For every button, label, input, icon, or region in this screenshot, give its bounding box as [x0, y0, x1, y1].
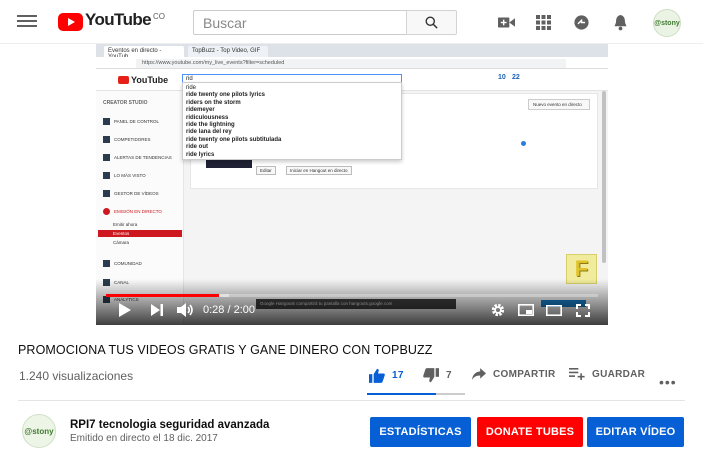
search-icon: [425, 16, 438, 29]
suggestion: ride lana del rey: [186, 129, 232, 136]
like-button[interactable]: 17: [369, 368, 404, 383]
like-ratio-fill: [367, 393, 437, 395]
studio-subitem: Emitir ahora: [113, 222, 138, 227]
studio-item: PANEL DE CONTROL: [103, 118, 159, 125]
embedded-scrollbar: [602, 91, 606, 263]
time-current: 0:28: [203, 304, 225, 316]
save-button[interactable]: GUARDAR: [569, 368, 645, 380]
suggestion: ride: [186, 85, 197, 91]
suggestion: ride the lightning: [186, 122, 235, 129]
embedded-new-event-button: Nuevo evento en directo: [528, 99, 590, 110]
playlist-add-icon: [569, 368, 585, 380]
thumbs-up-icon: [369, 368, 385, 383]
share-arrow-icon: [472, 368, 486, 380]
edit-video-button[interactable]: EDITAR VÍDEO: [587, 417, 684, 447]
studio-subitem: Cámara: [113, 240, 130, 245]
fullscreen-icon[interactable]: [574, 303, 592, 317]
channel-avatar-text: @stony: [24, 426, 54, 436]
embedded-edit-button: Editar: [256, 166, 276, 175]
embedded-stat-2: 22: [512, 74, 520, 81]
logo-text: YouTube: [85, 10, 152, 29]
channel-name[interactable]: RPI7 tecnologia seguridad avanzada: [70, 419, 269, 431]
save-label: GUARDAR: [592, 368, 646, 380]
controls-gradient: [96, 279, 608, 325]
embedded-hangout-button: Iniciar en Hangout en directo: [286, 166, 352, 175]
suggestion: ride lyrics: [186, 151, 215, 158]
menu-icon[interactable]: [17, 12, 37, 32]
studio-item: GESTOR DE VÍDEOS: [103, 190, 159, 197]
studio-item: EMISIÓN EN DIRECTO: [103, 208, 162, 215]
thumbs-down-icon: [423, 368, 439, 383]
messages-icon[interactable]: [571, 12, 591, 32]
donate-tubes-button[interactable]: DONATE TUBES: [477, 417, 583, 447]
embedded-tab-1: Eventos en directo - YouTub: [104, 46, 184, 60]
volume-icon[interactable]: [176, 303, 194, 317]
search-input[interactable]: Buscar: [193, 10, 406, 35]
embedded-browser-tabs: Eventos en directo - YouTub TopBuzz - To…: [96, 44, 608, 60]
view-count: 1.240 visualizaciones: [19, 369, 134, 383]
embedded-stat-1: 10: [498, 74, 506, 81]
video-player[interactable]: Eventos en directo - YouTub TopBuzz - To…: [96, 44, 608, 325]
time-separator: /: [227, 304, 231, 316]
avatar-text: @stony: [654, 19, 680, 27]
play-icon[interactable]: [116, 303, 134, 317]
youtube-play-logo-icon: [58, 13, 83, 31]
youtube-logo[interactable]: YouTube CO: [58, 10, 165, 31]
embedded-url: https://www.youtube.com/my_live_events?f…: [136, 59, 566, 68]
studio-item: COMPETIDORES: [103, 136, 151, 143]
suggestion: ride twenty one pilots lyrics: [186, 92, 266, 99]
dislike-count: 7: [446, 370, 452, 381]
like-count: 17: [392, 370, 404, 381]
time-display: 0:28 / 2:00: [203, 304, 255, 316]
studio-active-item: [98, 230, 182, 237]
user-avatar[interactable]: @stony: [653, 9, 681, 37]
globe-icon: [521, 141, 526, 146]
suggestion: ride twenty one pilots subtitulada: [186, 136, 282, 143]
share-label: COMPARTIR: [493, 368, 556, 380]
embedded-tab-2: TopBuzz - Top Video, GIF: [188, 46, 268, 57]
progress-bar[interactable]: [106, 294, 598, 297]
miniplayer-icon[interactable]: [517, 303, 535, 317]
studio-item: ALERTAS DE TENDENCIAS: [103, 154, 172, 161]
share-button[interactable]: COMPARTIR: [472, 368, 556, 380]
embedded-address-bar: https://www.youtube.com/my_live_events?f…: [96, 57, 608, 69]
notifications-bell-icon[interactable]: [610, 12, 630, 32]
youtube-watch-page: YouTube CO Buscar @stony Eventos en dire…: [0, 0, 703, 459]
video-title: PROMOCIONA TUS VIDEOS GRATIS Y GANE DINE…: [18, 343, 433, 357]
suggestion: ridemeyer: [186, 107, 215, 114]
studio-item: COMUNIDAD: [103, 260, 142, 267]
suggestion: ridiculousness: [186, 114, 229, 121]
embedded-search-suggestions: ride ride twenty one pilots lyrics rider…: [182, 82, 402, 160]
create-video-icon[interactable]: [496, 12, 516, 32]
studio-label: CREATOR STUDIO: [103, 100, 148, 106]
country-code: CO: [153, 12, 165, 21]
search-button[interactable]: [406, 10, 457, 35]
apps-grid-icon[interactable]: [533, 12, 553, 32]
suggestion: riders on the storm: [186, 99, 241, 106]
studio-subitem: Eventos: [113, 231, 130, 236]
progress-played: [106, 294, 220, 297]
like-ratio-bar: [367, 393, 465, 395]
publish-date: Emitido en directo el 18 dic. 2017: [70, 433, 218, 444]
next-icon[interactable]: [148, 303, 166, 317]
settings-gear-icon[interactable]: [489, 303, 507, 317]
more-actions-icon[interactable]: •••: [659, 374, 677, 390]
divider: [18, 400, 685, 401]
embedded-logo: YouTube: [118, 75, 168, 85]
theater-mode-icon[interactable]: [545, 303, 563, 317]
masthead: YouTube CO Buscar @stony: [0, 0, 703, 44]
studio-item: LO MÁS VISTO: [103, 172, 146, 179]
channel-avatar[interactable]: @stony: [22, 414, 56, 448]
dislike-button[interactable]: 7: [423, 368, 452, 383]
time-total: 2:00: [233, 304, 256, 316]
suggestion: ride out: [186, 144, 208, 151]
statistics-button[interactable]: ESTADÍSTICAS: [370, 417, 471, 447]
